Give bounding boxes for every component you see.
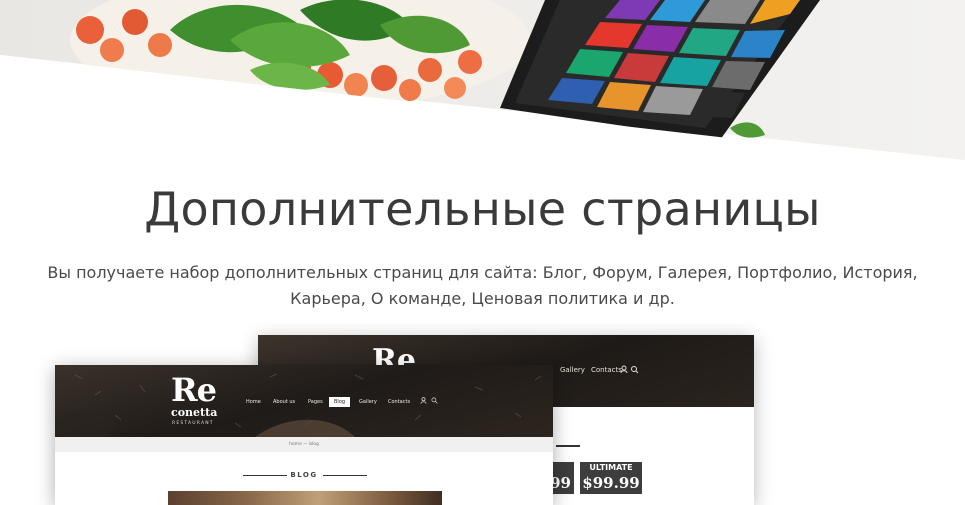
section-title: Дополнительные страницы — [144, 182, 821, 236]
mockup-blog-post-image[interactable] — [168, 491, 442, 505]
hero-illustration — [0, 0, 965, 165]
mockup-blog-heading: BLOG — [290, 471, 318, 479]
mockup-nav-about[interactable]: About us — [273, 399, 295, 405]
mockup-logo-conetta: conetta — [171, 406, 218, 419]
mockup-header-texture — [55, 373, 542, 437]
mockup-blog-page: Re conetta RESTAURANT Home About us Page… — [55, 365, 553, 505]
blog-heading-line-right — [323, 475, 367, 476]
mockup-back-nav-contacts[interactable]: Contacts — [591, 366, 622, 374]
mockup-nav-gallery[interactable]: Gallery — [359, 399, 377, 405]
mockup-nav-pages[interactable]: Pages — [308, 399, 323, 405]
mockup-plan-ultimate: ULTIMATE $99.99 — [580, 462, 642, 494]
mockup-front-header: Re conetta RESTAURANT Home About us Page… — [55, 365, 553, 437]
user-icon[interactable] — [420, 397, 427, 404]
mockup-logo-restaurant: RESTAURANT — [172, 421, 214, 426]
section-description: Вы получаете набор дополнительных страни… — [47, 263, 918, 308]
mockup-back-divider — [556, 445, 580, 447]
mockup-nav-blog[interactable]: Blog — [329, 397, 351, 407]
mockup-nav-contacts[interactable]: Contacts — [388, 399, 410, 405]
hero-image — [0, 0, 965, 165]
mockup-plan-ultimate-label: ULTIMATE — [589, 463, 633, 472]
mockup-back-icons — [620, 365, 639, 374]
mockup-breadcrumb: home — blog — [55, 437, 553, 452]
mockup-logo-re: Re — [171, 371, 217, 409]
search-icon[interactable] — [431, 397, 438, 404]
mockup-back-nav-gallery[interactable]: Gallery — [560, 366, 585, 374]
mockup-nav-home[interactable]: Home — [246, 399, 261, 405]
mockup-plan-ultimate-price: $99.99 — [582, 474, 640, 492]
